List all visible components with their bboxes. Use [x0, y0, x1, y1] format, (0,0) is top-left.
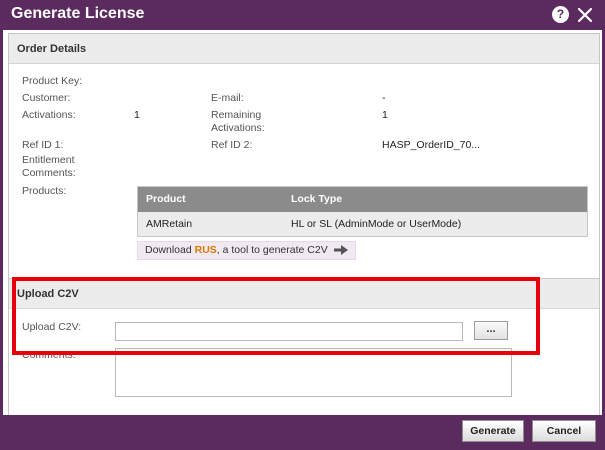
dialog-title: Generate License — [11, 5, 145, 22]
ref-id2-value: HASP_OrderID_70... — [382, 139, 481, 151]
help-icon[interactable]: ? — [552, 6, 569, 23]
arrow-right-icon — [333, 244, 348, 261]
cancel-button[interactable]: Cancel — [532, 420, 596, 442]
download-rus-link[interactable]: Download RUS, a tool to generate C2V — [137, 241, 356, 260]
table-row[interactable]: AMRetain HL or SL (AdminMode or UserMode… — [138, 212, 587, 236]
comments-textarea[interactable] — [115, 348, 512, 397]
email-value: - — [382, 92, 386, 104]
comments-label: Comments: — [22, 349, 76, 361]
customer-label: Customer: — [22, 92, 71, 104]
upload-c2v-label: Upload C2V: — [22, 321, 82, 333]
activations-label: Activations: — [22, 109, 76, 121]
title-bar: Generate License ? — [0, 0, 605, 30]
remaining-label-line2: Activations: — [211, 122, 265, 134]
rus-link-prefix: Download — [145, 244, 195, 256]
lock-type-cell: HL or SL (AdminMode or UserMode) — [291, 218, 462, 230]
entitlement-label-line2: Comments: — [22, 167, 76, 179]
rus-link-suffix: , a tool to generate C2V — [216, 244, 328, 256]
browse-button[interactable]: ... — [474, 321, 508, 340]
column-header-product: Product — [146, 193, 186, 205]
upload-c2v-section: Upload C2V Upload C2V: ... Comments: — [8, 278, 600, 415]
upload-c2v-input[interactable] — [115, 322, 463, 341]
ref-id2-label: Ref ID 2: — [211, 139, 253, 151]
activations-value: 1 — [134, 109, 140, 121]
order-details-header: Order Details — [9, 34, 599, 64]
remaining-activations-value: 1 — [382, 109, 388, 121]
products-table: Product Lock Type AMRetain HL or SL (Adm… — [137, 186, 588, 237]
dialog-body: Order Details Product Key: Customer: E-m… — [3, 30, 602, 415]
email-label: E-mail: — [211, 92, 244, 104]
order-details-section: Order Details Product Key: Customer: E-m… — [8, 33, 600, 298]
close-icon[interactable] — [576, 6, 594, 24]
generate-license-dialog: Generate License ? Order Details Product… — [0, 0, 605, 450]
generate-button[interactable]: Generate — [462, 420, 524, 442]
products-label: Products: — [22, 185, 67, 197]
entitlement-comments-label: Entitlement Comments: — [22, 154, 76, 180]
entitlement-label-line1: Entitlement — [22, 154, 75, 166]
ref-id1-label: Ref ID 1: — [22, 139, 64, 151]
products-table-header: Product Lock Type — [138, 187, 587, 212]
product-key-label: Product Key: — [22, 75, 83, 87]
column-header-lock-type: Lock Type — [291, 193, 343, 205]
remaining-label-line1: Remaining — [211, 109, 262, 121]
rus-link-highlight: RUS — [194, 244, 217, 256]
upload-c2v-header: Upload C2V — [9, 279, 599, 309]
product-cell: AMRetain — [146, 218, 193, 230]
remaining-activations-label: Remaining Activations: — [211, 109, 265, 135]
